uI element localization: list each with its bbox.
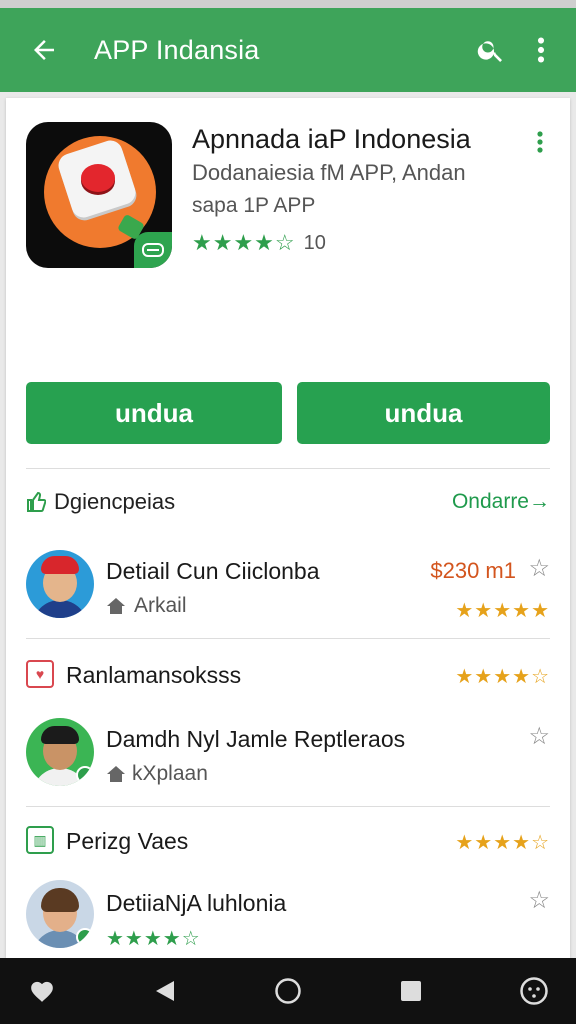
subsection-rating-stars: ★★★★☆: [455, 832, 550, 854]
section-title: Dgiencpeias: [54, 489, 176, 514]
divider: [26, 468, 550, 469]
section-header: Dgiencpeias Ondarre→: [26, 484, 550, 520]
heart-box-icon: ♥: [26, 660, 54, 688]
list-item[interactable]: Detiail Cun Ciiclonba Arkail $230 m1 ☆ ★…: [26, 546, 550, 636]
subsection-rating-stars: ★★★★☆: [455, 666, 550, 688]
app-title: Apnnada iaP Indonesia: [192, 124, 471, 154]
app-icon-badge: [134, 232, 172, 268]
item-title: DetiiaNjA luhlonia: [106, 890, 287, 916]
app-icon-red-button: [81, 164, 115, 192]
circle-home-icon: [275, 978, 301, 1004]
home-nav-button[interactable]: [268, 971, 308, 1011]
app-bar: APP Indansia: [0, 8, 576, 92]
avatar: [26, 550, 94, 618]
item-title: Detiail Cun Ciiclonba: [106, 558, 320, 584]
more-vert-icon: [537, 37, 545, 63]
triangle-back-icon: [156, 981, 174, 1001]
gamepad-icon: [142, 243, 164, 257]
favorite-star-icon[interactable]: ☆: [528, 554, 550, 583]
avatar: [26, 880, 94, 948]
back-arrow-icon: [34, 40, 54, 60]
system-nav-bar: [0, 958, 576, 1024]
avatar: [26, 718, 94, 786]
app-rating-count: 10: [303, 231, 326, 254]
book-icon: ▥: [26, 826, 54, 854]
app-bar-title: APP Indansia: [94, 34, 260, 65]
app-rating: ★★★★☆ 10: [192, 230, 326, 256]
overflow-menu-button[interactable]: [516, 20, 566, 80]
app-category: sapa 1P APP: [192, 194, 316, 217]
app-more-button[interactable]: [528, 126, 552, 158]
home-icon: [107, 766, 125, 782]
heart-nav-button[interactable]: [22, 971, 62, 1011]
subsection-label: Perizg Vaes: [66, 828, 189, 854]
item-rating-stars: ★★★★★: [455, 600, 550, 622]
subsection-label: Ranlamansoksss: [66, 662, 242, 688]
back-button[interactable]: [14, 20, 74, 80]
favorite-star-icon[interactable]: ☆: [528, 886, 550, 915]
heart-icon: [31, 981, 53, 1002]
subsection-row[interactable]: ▥ Perizg Vaes ★★★★☆: [26, 822, 550, 862]
assistant-icon: [520, 977, 548, 1005]
app-icon: [26, 122, 172, 268]
app-detail-card: Apnnada iaP Indonesia Dodanaiesia fM APP…: [6, 98, 570, 958]
install-secondary-button[interactable]: undua: [297, 382, 550, 444]
item-meta-text: kXplaan: [132, 762, 208, 785]
app-rating-stars: ★★★★☆: [192, 230, 296, 255]
list-item[interactable]: DetiiaNjA luhlonia ★★★★☆ ☆: [26, 878, 550, 958]
square-recents-icon: [401, 981, 421, 1001]
favorite-star-icon[interactable]: ☆: [528, 722, 550, 751]
more-vert-icon: [537, 131, 543, 153]
divider: [26, 638, 550, 639]
search-button[interactable]: [466, 20, 516, 80]
status-bar: [0, 0, 576, 8]
home-icon: [107, 598, 125, 614]
item-rating-stars: ★★★★☆: [106, 928, 201, 950]
back-nav-button[interactable]: [145, 971, 185, 1011]
recents-nav-button[interactable]: [391, 971, 431, 1011]
item-title: Damdh Nyl Jamle Reptleraos: [106, 726, 406, 752]
app-developer: Dodanaiesia fM APP, Andan: [192, 160, 466, 185]
install-button[interactable]: undua: [26, 382, 282, 444]
item-meta: Arkail: [106, 594, 187, 618]
search-icon: [477, 41, 502, 62]
divider: [26, 806, 550, 807]
item-price: $230 m1: [430, 558, 516, 583]
thumbs-up-icon: [27, 491, 46, 512]
list-item[interactable]: Damdh Nyl Jamle Reptleraos kXplaan ☆: [26, 714, 550, 804]
item-meta: kXplaan: [106, 762, 208, 786]
subsection-row[interactable]: ♥ Ranlamansoksss ★★★★☆: [26, 656, 550, 696]
section-see-more-link[interactable]: Ondarre→: [452, 490, 550, 514]
item-meta-text: Arkail: [134, 594, 187, 617]
assistant-nav-button[interactable]: [514, 971, 554, 1011]
